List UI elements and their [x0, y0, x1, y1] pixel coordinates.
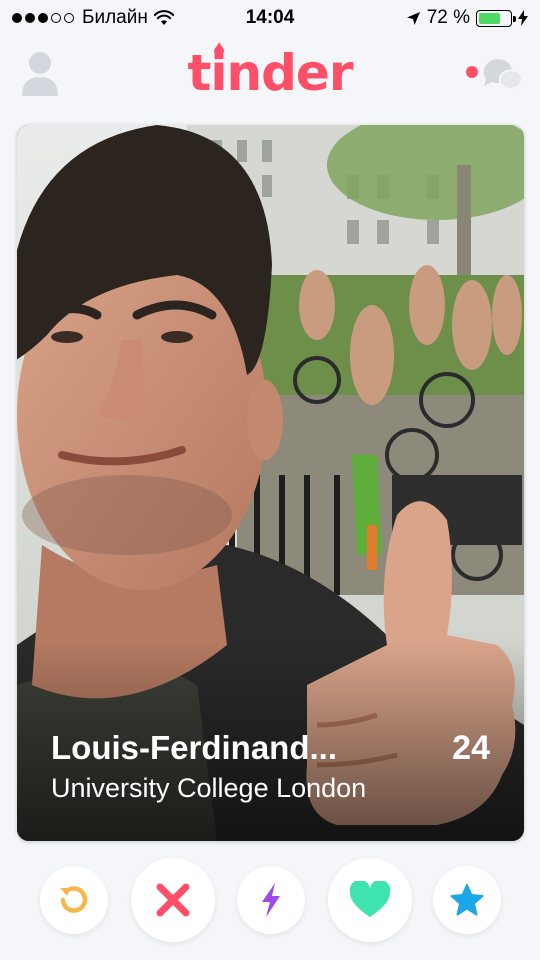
like-button[interactable] [328, 858, 412, 942]
super-like-button[interactable] [433, 866, 501, 934]
battery-icon [476, 9, 516, 27]
close-icon [156, 883, 190, 917]
rewind-icon [60, 886, 88, 913]
tinder-logo: tinder [187, 42, 354, 102]
rewind-button[interactable] [40, 866, 108, 934]
status-bar: Билайн 14:04 72 % [0, 0, 540, 36]
star-icon [450, 884, 484, 916]
profile-age: 24 [452, 729, 490, 767]
action-bar [0, 852, 540, 948]
status-right: 72 % [406, 7, 528, 29]
profile-card[interactable]: Louis-Ferdinand... 24 University College… [17, 125, 524, 841]
profile-school: University College London [51, 773, 367, 803]
charging-bolt-icon [518, 10, 528, 26]
location-arrow-icon [406, 11, 420, 25]
flame-icon [213, 42, 224, 56]
lightning-bolt-icon [262, 883, 280, 917]
boost-button[interactable] [237, 866, 305, 934]
heart-icon [349, 881, 391, 917]
nope-button[interactable] [131, 858, 215, 942]
logo-text: tinder [187, 44, 354, 102]
profile-name: Louis-Ferdinand... [51, 729, 337, 766]
notification-dot [466, 66, 478, 78]
app-header: tinder [0, 36, 540, 116]
battery-percent: 72 % [426, 7, 470, 28]
messages-icon[interactable] [464, 54, 522, 94]
